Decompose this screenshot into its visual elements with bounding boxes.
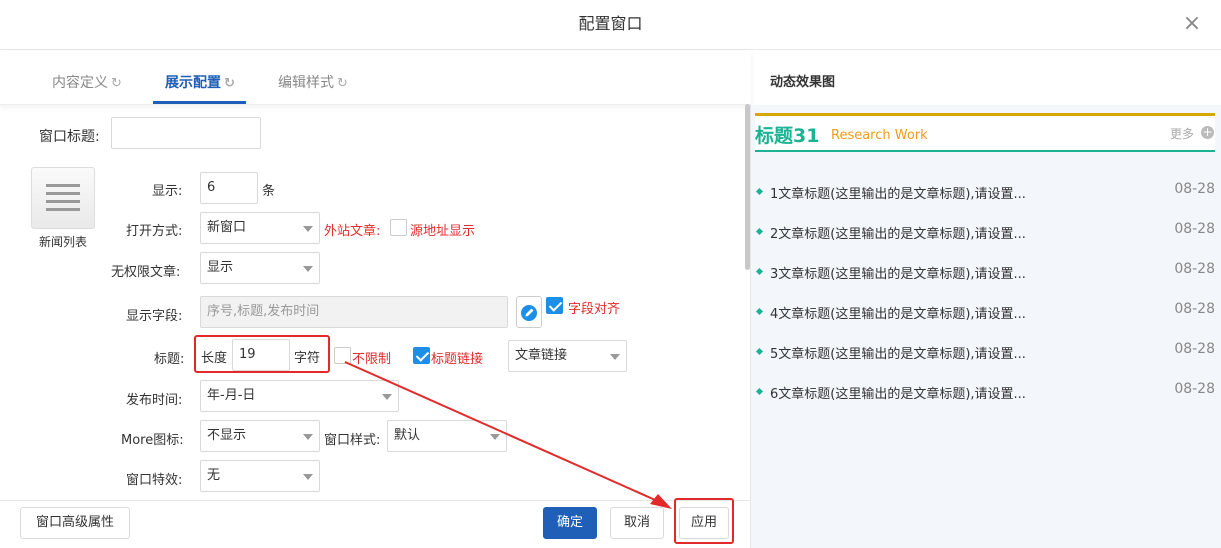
bullet-icon (755, 267, 764, 276)
list-item[interactable]: 3文章标题(这里输出的是文章标题),请设置... 08-28 (755, 261, 1215, 282)
list-item[interactable]: 2文章标题(这里输出的是文章标题),请设置... 08-28 (755, 221, 1215, 242)
item-title[interactable]: 5文章标题(这里输出的是文章标题),请设置... (770, 343, 1026, 362)
item-date: 08-28 (1174, 221, 1215, 237)
item-title[interactable]: 3文章标题(这里输出的是文章标题),请设置... (770, 263, 1026, 282)
item-title[interactable]: 6文章标题(这里输出的是文章标题),请设置... (770, 383, 1026, 402)
item-date: 08-28 (1174, 381, 1215, 397)
item-date: 08-28 (1174, 261, 1215, 277)
preview-subtitle: Research Work (831, 128, 928, 143)
preview-heading: 动态效果图 (770, 75, 836, 90)
item-date: 08-28 (1174, 341, 1215, 357)
bullet-icon (755, 307, 764, 316)
list-item[interactable]: 5文章标题(这里输出的是文章标题),请设置... 08-28 (755, 341, 1215, 362)
preview-area (751, 105, 1221, 548)
plus-circle-icon[interactable]: + (1201, 126, 1214, 139)
bullet-icon (755, 347, 764, 356)
item-title[interactable]: 4文章标题(这里输出的是文章标题),请设置... (770, 303, 1026, 322)
item-date: 08-28 (1174, 301, 1215, 317)
preview-more-link[interactable]: 更多 (1170, 125, 1194, 142)
list-item[interactable]: 6文章标题(这里输出的是文章标题),请设置... 08-28 (755, 381, 1215, 402)
list-item[interactable]: 4文章标题(这里输出的是文章标题),请设置... 08-28 (755, 301, 1215, 322)
item-title[interactable]: 1文章标题(这里输出的是文章标题),请设置... (770, 183, 1026, 202)
bullet-icon (755, 187, 764, 196)
bullet-icon (755, 387, 764, 396)
preview-header (755, 116, 1215, 152)
item-title[interactable]: 2文章标题(这里输出的是文章标题),请设置... (770, 223, 1026, 242)
item-date: 08-28 (1174, 181, 1215, 197)
bullet-icon (755, 227, 764, 236)
list-item[interactable]: 1文章标题(这里输出的是文章标题),请设置... 08-28 (755, 181, 1215, 202)
preview-title: 标题31 (755, 125, 820, 147)
